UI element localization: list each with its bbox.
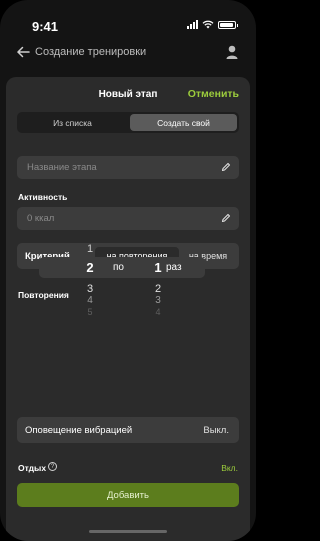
app-header: Создание тренировки	[0, 40, 256, 66]
phone-screen: 9:41 Создание тренировки Новый этап Отме…	[0, 0, 256, 541]
picker-separator: по	[113, 262, 124, 273]
home-indicator	[89, 530, 167, 533]
wifi-icon	[202, 20, 214, 29]
status-bar: 9:41	[0, 0, 256, 34]
page-title: Создание тренировки	[35, 46, 147, 58]
segment-from-list[interactable]: Из списка	[19, 114, 126, 131]
picker-from-below-3[interactable]: 5	[80, 307, 100, 317]
status-icons	[187, 20, 238, 29]
stage-name-field[interactable]: Название этапа	[17, 156, 239, 179]
activity-label: Активность	[18, 192, 68, 202]
picker-from-selected[interactable]: 2	[80, 260, 100, 275]
activity-placeholder: 0 ккал	[27, 213, 55, 224]
picker-from-below-1[interactable]: 3	[80, 283, 100, 295]
status-time: 9:41	[32, 19, 59, 34]
picker-to-below-1[interactable]: 2	[148, 283, 168, 295]
picker-to-below-2[interactable]: 3	[148, 295, 168, 306]
pencil-icon[interactable]	[221, 213, 231, 223]
battery-icon	[218, 20, 238, 29]
picker-unit: раз	[166, 262, 182, 273]
reps-label: Повторения	[18, 290, 69, 300]
picker-to-selected[interactable]: 1	[148, 260, 168, 275]
signal-icon	[187, 20, 198, 29]
picker-from-below-2[interactable]: 4	[80, 295, 100, 306]
pencil-icon[interactable]	[221, 162, 231, 172]
new-stage-sheet: Новый этап Отменить Из списка Создать св…	[6, 77, 250, 541]
picker-to-below-3[interactable]: 4	[148, 307, 168, 317]
stage-name-placeholder: Название этапа	[27, 162, 97, 173]
cancel-button[interactable]: Отменить	[188, 88, 239, 100]
source-segmented-control: Из списка Создать свой	[17, 112, 239, 133]
activity-field[interactable]: 0 ккал	[17, 207, 239, 230]
picker-from-above[interactable]: 1	[80, 243, 100, 255]
arrow-left-icon[interactable]	[16, 46, 30, 58]
user-icon[interactable]	[226, 45, 238, 59]
segment-create-own[interactable]: Создать свой	[130, 114, 237, 131]
